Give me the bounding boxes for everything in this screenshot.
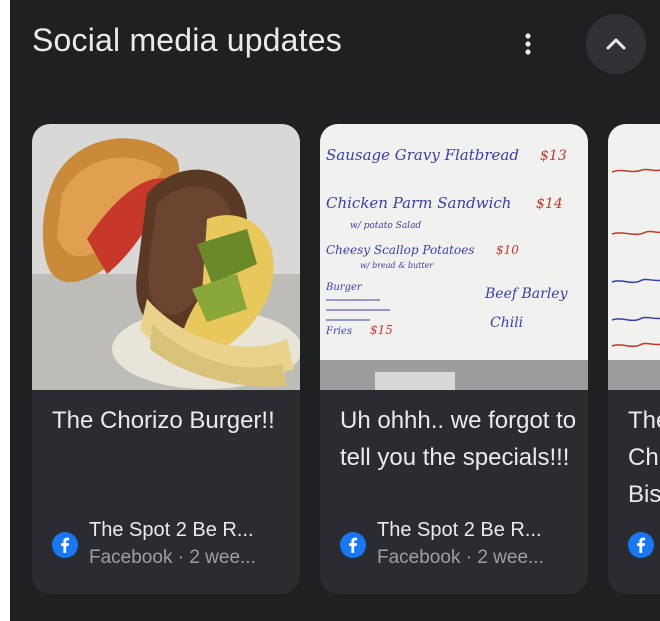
facebook-icon: [340, 532, 366, 558]
more-vert-icon: [525, 33, 531, 55]
post-card[interactable]: The Chorizo Burger!! The Spot 2 Be R... …: [32, 124, 300, 594]
section-title: Social media updates: [32, 22, 342, 58]
source-meta: Facebook · 2 wee...: [89, 547, 256, 568]
collapse-button[interactable]: [586, 14, 646, 74]
wb-line-3: Cheesy Scallop Potatoes: [326, 243, 474, 257]
social-media-panel: Social media updates The Chorizo Burger!…: [10, 0, 660, 621]
post-source: The Spot 2 Be R... Facebook · 2 wee...: [340, 519, 580, 575]
wb-price-2: $14: [536, 196, 563, 212]
post-card[interactable]: Sausage Gravy Flatbread Chicken Parm San…: [320, 124, 588, 594]
post-card[interactable]: The Ch Bis: [608, 124, 660, 594]
section-header: Social media updates: [10, 0, 660, 90]
post-title-line: The: [628, 407, 660, 434]
source-name: The Spot 2 Be R...: [89, 519, 254, 541]
facebook-icon: [52, 532, 78, 558]
wb-line-1: Sausage Gravy Flatbread: [326, 146, 519, 164]
wb-price-5: $15: [370, 323, 393, 337]
facebook-icon: [628, 532, 654, 558]
wb-line-4: Beef Barley: [484, 286, 569, 302]
whiteboard-partial-photo: [608, 124, 660, 390]
burger-photo: [32, 124, 300, 390]
more-options-button[interactable]: [510, 24, 546, 64]
wb-line-4b: Chili: [490, 315, 523, 331]
wb-price-3: $10: [496, 243, 519, 257]
post-title: Uh ohhh.. we forgot to tell you the spec…: [340, 407, 577, 471]
source-name: The Spot 2 Be R...: [377, 519, 542, 541]
wb-price-1: $13: [540, 148, 567, 164]
wb-line-2: Chicken Parm Sandwich: [326, 194, 511, 212]
post-source: The Spot 2 Be R... Facebook · 2 wee...: [52, 519, 292, 575]
source-meta: Facebook · 2 wee...: [377, 547, 544, 568]
cards-carousel[interactable]: The Chorizo Burger!! The Spot 2 Be R... …: [32, 124, 660, 594]
wb-line-3b: w/ bread & butter: [360, 261, 434, 270]
post-title-line: Bis: [628, 481, 660, 508]
post-title: The Ch Bis: [628, 402, 660, 513]
wb-line-2b: w/ potato Salad: [350, 221, 421, 231]
wb-line-5: Burger: [325, 282, 363, 293]
wb-line-5b: Fries: [325, 326, 352, 337]
post-title: The Chorizo Burger!!: [52, 407, 275, 434]
chevron-up-icon: [606, 38, 626, 50]
post-title-line: Ch: [628, 444, 659, 471]
post-source: [628, 519, 660, 575]
whiteboard-specials-photo: Sausage Gravy Flatbread Chicken Parm San…: [320, 124, 588, 390]
